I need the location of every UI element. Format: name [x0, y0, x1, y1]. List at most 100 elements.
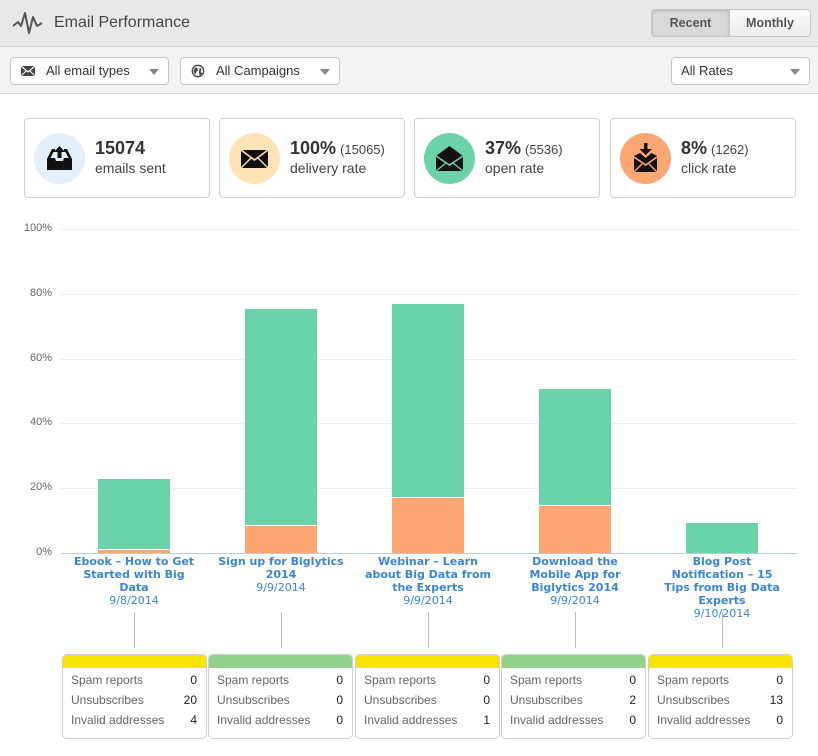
detail-card: Spam reports 0 Unsubscribes 0 Invalid addres… — [208, 654, 353, 739]
bar-open-rate[interactable] — [686, 522, 758, 553]
campaign-name[interactable]: Ebook – How to Get Started with Big Data — [69, 555, 199, 594]
chevron-down-icon — [149, 69, 159, 75]
detail-value: 20 — [183, 693, 197, 707]
detail-row-invalid-addresses: Invalid addresses 0 — [649, 708, 792, 728]
detail-card: Spam reports 0 Unsubscribes 2 Invalid addres… — [501, 654, 646, 739]
detail-row-unsubscribes: Unsubscribes 20 — [63, 688, 206, 708]
detail-card: Spam reports 0 Unsubscribes 20 Invalid addre… — [62, 654, 207, 739]
detail-label: Spam reports — [71, 673, 144, 687]
gridline — [61, 229, 797, 230]
stat-count: (15065) — [340, 142, 385, 157]
page-title: Email Performance — [54, 14, 191, 31]
stat-emails-sent: 15074 emails sent — [24, 118, 210, 198]
email-types-value: All email types — [46, 63, 130, 78]
stat-label: delivery rate — [290, 160, 367, 176]
detail-row-spam-reports: Spam reports 0 — [209, 668, 352, 688]
detail-label: Spam reports — [657, 673, 730, 687]
email-types-select[interactable]: All email types — [10, 57, 169, 85]
gridline — [61, 293, 797, 295]
detail-label: Unsubscribes — [657, 693, 730, 707]
detail-value: 0 — [483, 673, 490, 687]
bar-click-rate[interactable] — [539, 505, 611, 553]
connector-line — [722, 612, 723, 648]
campaigns-select[interactable]: All Campaigns — [180, 57, 340, 85]
rates-select[interactable]: All Rates — [671, 57, 810, 85]
campaign-date: 9/9/2014 — [403, 594, 453, 607]
stat-count: (5536) — [525, 142, 563, 157]
email-performance-chart: 0% 20% 40% 60% 80% 100% Ebook – How to Get Sta… — [0, 215, 818, 648]
detail-row-spam-reports: Spam reports 0 — [649, 668, 792, 688]
stat-delivery-rate: 100% (15065) delivery rate — [219, 118, 405, 198]
detail-label: Invalid addresses — [217, 713, 311, 727]
campaign-date: 9/8/2014 — [109, 594, 159, 607]
campaign-name[interactable]: Blog Post Notification – 15 Tips from Bi… — [657, 555, 787, 607]
y-tick-label: 80% — [29, 286, 52, 299]
connector-line — [428, 612, 429, 648]
connector-line — [281, 612, 282, 648]
campaign-date: 9/9/2014 — [550, 594, 600, 607]
detail-value: 0 — [776, 713, 783, 727]
detail-value: 1 — [483, 713, 490, 727]
campaign-name[interactable]: Sign up for Biglytics 2014 — [216, 555, 346, 581]
stat-icon-bg — [424, 133, 475, 184]
status-bar — [356, 655, 499, 668]
connector-line — [575, 612, 576, 648]
connector-line — [134, 612, 135, 648]
stat-label: emails sent — [95, 160, 166, 176]
detail-label: Invalid addresses — [364, 713, 458, 727]
bar-open-rate[interactable] — [245, 309, 317, 553]
stat-label: open rate — [485, 160, 545, 176]
status-bar — [649, 655, 792, 668]
inbox-upload-icon — [47, 146, 72, 170]
detail-value: 0 — [190, 673, 197, 687]
envelope-closed-icon — [240, 149, 269, 169]
filter-bar: All email types All Campaigns All Rates — [0, 47, 818, 94]
detail-label: Invalid addresses — [71, 713, 165, 727]
detail-value: 0 — [336, 713, 343, 727]
detail-value: 0 — [629, 713, 636, 727]
stat-value: 37% — [485, 138, 522, 158]
detail-row-spam-reports: Spam reports 0 — [502, 668, 645, 688]
globe-icon — [191, 64, 205, 78]
bar-click-rate[interactable] — [245, 525, 317, 553]
campaigns-value: All Campaigns — [216, 63, 300, 78]
bar-click-rate[interactable] — [98, 548, 170, 553]
stat-click-rate: 8% (1262) click rate — [610, 118, 796, 198]
x-category-label[interactable]: Blog Post Notification – 15 Tips from Bi… — [657, 555, 787, 620]
chevron-down-icon — [320, 69, 330, 75]
stat-label: click rate — [681, 160, 737, 176]
campaign-name[interactable]: Webinar – Learn about Big Data from the … — [363, 555, 493, 594]
rates-value: All Rates — [681, 63, 734, 78]
x-category-label[interactable]: Sign up for Biglytics 2014 9/9/2014 — [216, 555, 346, 594]
detail-value: 2 — [629, 693, 636, 707]
recent-button[interactable]: Recent — [652, 10, 730, 36]
detail-label: Spam reports — [364, 673, 437, 687]
stat-icon-bg — [229, 133, 280, 184]
detail-row-unsubscribes: Unsubscribes 0 — [356, 688, 499, 708]
bar-click-rate[interactable] — [392, 496, 464, 553]
x-category-label[interactable]: Download the Mobile App for Biglytics 20… — [510, 555, 640, 607]
detail-card: Spam reports 0 Unsubscribes 0 Invalid addres… — [355, 654, 500, 739]
detail-value: 0 — [336, 673, 343, 687]
x-category-label[interactable]: Ebook – How to Get Started with Big Data… — [69, 555, 199, 607]
x-category-label[interactable]: Webinar – Learn about Big Data from the … — [363, 555, 493, 607]
monthly-button[interactable]: Monthly — [730, 10, 810, 36]
detail-label: Unsubscribes — [510, 693, 583, 707]
detail-row-invalid-addresses: Invalid addresses 1 — [356, 708, 499, 728]
bar-open-rate[interactable] — [98, 479, 170, 553]
stat-value: 8% — [681, 138, 708, 158]
stat-icon-bg — [34, 133, 85, 184]
y-tick-label: 20% — [29, 481, 52, 494]
chevron-down-icon — [790, 69, 800, 75]
detail-row-invalid-addresses: Invalid addresses 4 — [63, 708, 206, 728]
detail-row-invalid-addresses: Invalid addresses 0 — [209, 708, 352, 728]
envelope-open-icon — [435, 146, 464, 172]
detail-row-unsubscribes: Unsubscribes 0 — [209, 688, 352, 708]
detail-label: Unsubscribes — [217, 693, 290, 707]
detail-label: Unsubscribes — [364, 693, 437, 707]
detail-label: Unsubscribes — [71, 693, 144, 707]
stat-value: 100% — [290, 138, 337, 158]
detail-value: 0 — [336, 693, 343, 707]
campaign-name[interactable]: Download the Mobile App for Biglytics 20… — [510, 555, 640, 594]
status-bar — [63, 655, 206, 668]
